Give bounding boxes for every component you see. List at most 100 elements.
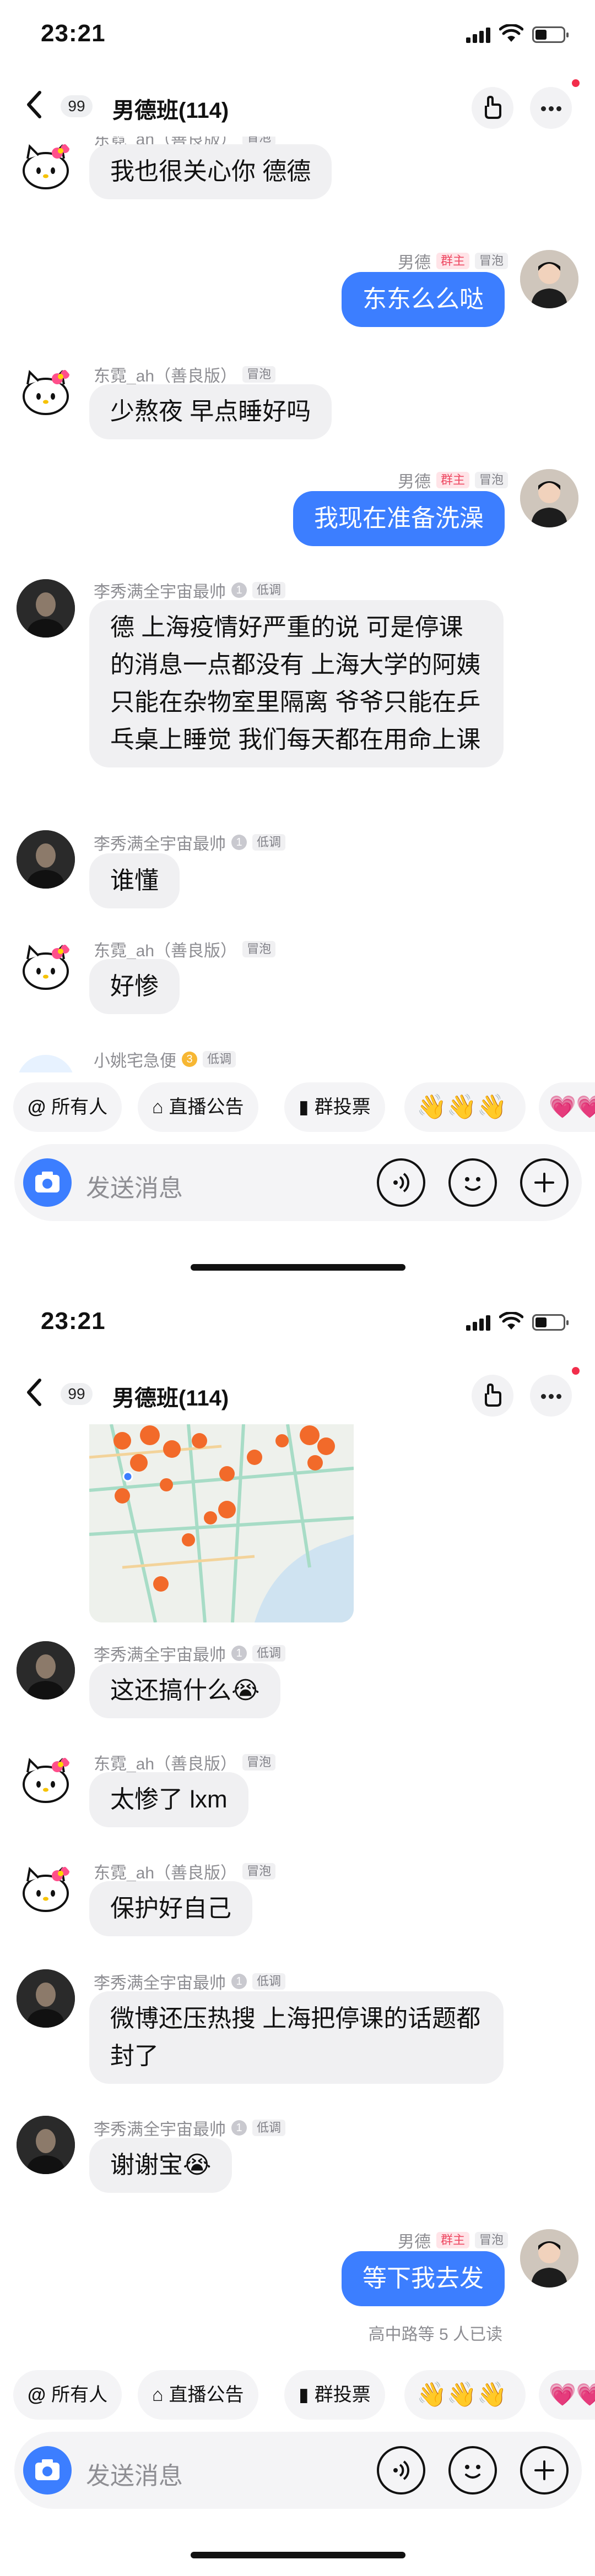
pointing-hand-button[interactable] (472, 87, 513, 129)
member-tag: 低调 (252, 1645, 286, 1662)
quick-action-bar: @ 所有人 ⌂ 直播公告 ▮ 群投票 👋👋👋 💗💗 (0, 1082, 595, 1132)
message-meta: 东霓_ah（善良版） 冒泡 (94, 1750, 276, 1774)
sender-name[interactable]: 男德 (398, 249, 431, 273)
voice-button[interactable] (377, 2446, 425, 2495)
avatar[interactable] (17, 137, 75, 195)
map-illustration (89, 1424, 354, 1622)
heart-reaction-chip[interactable]: 💗💗 (539, 1082, 595, 1132)
status-time: 23:21 (41, 20, 106, 47)
chart-icon: ▮ (299, 2384, 309, 2405)
sender-name[interactable]: 东霓_ah（善良版） (94, 362, 237, 386)
message-item: 男德 群主 冒泡 我现在准备洗澡 (0, 469, 595, 579)
live-notice-chip[interactable]: ⌂ 直播公告 (138, 1082, 258, 1132)
voice-button[interactable] (377, 1158, 425, 1207)
sender-name[interactable]: 东霓_ah（善良版） (94, 1750, 237, 1774)
message-bubble[interactable]: 少熬夜 早点睡好吗 (89, 384, 332, 439)
message-meta: 李秀满全宇宙最帅 1 低调 (94, 2116, 286, 2140)
sender-name[interactable]: 李秀满全宇宙最帅 (94, 830, 226, 854)
sender-name[interactable]: 东霓_ah（善良版） (94, 937, 237, 961)
group-title[interactable]: 男德班(114) (112, 92, 229, 124)
voice-icon (393, 1173, 409, 1192)
live-notice-chip[interactable]: ⌂ 直播公告 (138, 2370, 258, 2420)
unread-count-badge[interactable]: 99 (61, 1383, 93, 1405)
avatar[interactable] (17, 362, 75, 421)
sender-name[interactable]: 李秀满全宇宙最帅 (94, 1969, 226, 1994)
mention-all-chip[interactable]: @ 所有人 (13, 1082, 122, 1132)
user-avatar-icon (520, 250, 578, 308)
avatar[interactable] (17, 1969, 75, 2028)
avatar[interactable] (17, 1859, 75, 1918)
message-meta: 东霓_ah（善良版） 冒泡 (94, 1859, 276, 1883)
level-badge: 1 (231, 2120, 247, 2136)
message-input[interactable]: 发送消息 (86, 2456, 183, 2491)
unread-count-badge[interactable]: 99 (61, 95, 93, 117)
camera-icon (35, 1172, 60, 1192)
message-input[interactable]: 发送消息 (86, 1168, 183, 1203)
more-button[interactable] (530, 87, 572, 129)
back-arrow-icon[interactable] (22, 1377, 50, 1408)
plus-button[interactable] (520, 1158, 569, 1207)
chat-area: 李秀满全宇宙最帅 1 低调 这还搞什么😭 东霓_ah（善良版） 冒泡 太惨了 l… (0, 1424, 595, 2382)
message-bubble[interactable]: 我现在准备洗澡 (293, 491, 505, 546)
member-tag: 低调 (203, 1051, 236, 1068)
avatar[interactable] (17, 830, 75, 889)
group-title[interactable]: 男德班(114) (112, 1380, 229, 1412)
pointing-hand-button[interactable] (472, 1375, 513, 1417)
plus-button[interactable] (520, 2446, 569, 2495)
avatar[interactable] (520, 469, 578, 527)
avatar[interactable] (17, 1750, 75, 1809)
back-arrow-icon[interactable] (22, 89, 50, 120)
owner-tag: 群主 (436, 2232, 469, 2248)
hello-kitty-avatar-icon (23, 944, 69, 990)
avatar[interactable] (17, 1055, 75, 1072)
map-image[interactable] (89, 1424, 354, 1622)
sender-name[interactable]: 男德 (398, 2228, 431, 2252)
avatar[interactable] (520, 2229, 578, 2288)
at-icon: @ (28, 2384, 46, 2405)
message-bubble[interactable]: 德 上海疫情好严重的说 可是停课的消息一点都没有 上海大学的阿姨只能在杂物室里隔… (89, 600, 504, 767)
avatar[interactable] (17, 1641, 75, 1700)
plus-icon (534, 1173, 554, 1192)
sender-name[interactable]: 小姚宅急便 (94, 1047, 176, 1071)
emoji-button[interactable] (448, 1158, 497, 1207)
avatar[interactable] (520, 250, 578, 308)
message-bubble[interactable]: 谁懂 (89, 853, 180, 908)
camera-button[interactable] (23, 2446, 72, 2495)
message-bubble[interactable]: 谢谢宝😭 (89, 2138, 232, 2193)
read-receipt[interactable]: 高中路等 5 人已读 (369, 2321, 502, 2345)
pointing-hand-icon (485, 96, 501, 119)
emoji-button[interactable] (448, 2446, 497, 2495)
message-bubble[interactable]: 我也很关心你 德德 (89, 144, 332, 199)
more-button[interactable] (530, 1375, 572, 1417)
camera-button[interactable] (23, 1158, 72, 1207)
heart-reaction-chip[interactable]: 💗💗 (539, 2370, 595, 2420)
group-vote-chip[interactable]: ▮ 群投票 (284, 2370, 385, 2420)
sender-name[interactable]: 李秀满全宇宙最帅 (94, 1641, 226, 1665)
group-vote-chip[interactable]: ▮ 群投票 (284, 1082, 385, 1132)
message-bubble[interactable]: 太惨了 lxm (89, 1772, 248, 1827)
mention-all-chip[interactable]: @ 所有人 (13, 2370, 122, 2420)
sender-name[interactable]: 男德 (398, 468, 431, 492)
member-tag: 冒泡 (242, 941, 276, 957)
emoji-reaction-chip[interactable]: 👋👋👋 (404, 2370, 526, 2420)
level-badge: 3 (182, 1052, 197, 1067)
sender-name[interactable]: 李秀满全宇宙最帅 (94, 2116, 226, 2140)
sender-name[interactable]: 李秀满全宇宙最帅 (94, 578, 226, 602)
message-bubble[interactable]: 这还搞什么😭 (89, 1663, 281, 1718)
sender-name[interactable]: 东霓_ah（善良版） (94, 1859, 237, 1883)
avatar[interactable] (17, 2116, 75, 2174)
status-bar: 23:21 (0, 0, 595, 72)
message-bubble[interactable]: 保护好自己 (89, 1881, 252, 1936)
user-avatar-icon (17, 2116, 75, 2174)
signal-icon (466, 28, 490, 43)
status-time: 23:21 (41, 1308, 106, 1335)
message-bubble[interactable]: 东东么么哒 (342, 272, 505, 327)
emoji-reaction-chip[interactable]: 👋👋👋 (404, 1082, 526, 1132)
user-avatar-icon (17, 830, 75, 889)
message-input-bar: 发送消息 (14, 2432, 582, 2509)
message-bubble[interactable]: 等下我去发 (342, 2251, 505, 2306)
message-bubble[interactable]: 好惨 (89, 959, 180, 1014)
avatar[interactable] (17, 579, 75, 638)
avatar[interactable] (17, 937, 75, 995)
message-bubble[interactable]: 微博还压热搜 上海把停课的话题都封了 (89, 1991, 504, 2084)
